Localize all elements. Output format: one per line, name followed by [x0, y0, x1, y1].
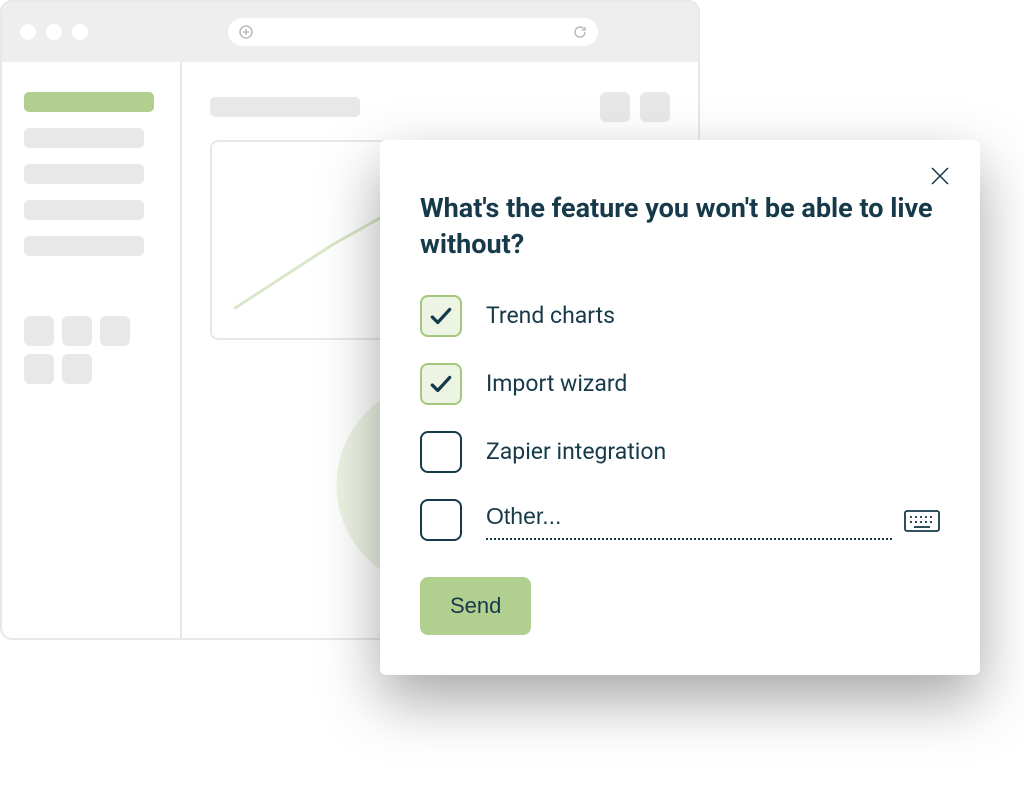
sidebar-item [24, 128, 144, 148]
sidebar-item-active [24, 92, 154, 112]
option-other[interactable] [420, 499, 940, 541]
plus-circle-icon [238, 24, 254, 40]
toolbar-icon-skeleton [640, 92, 670, 122]
checkmark-icon [428, 303, 454, 329]
checkbox[interactable] [420, 499, 462, 541]
option-label: Trend charts [486, 302, 940, 329]
grid-square [24, 354, 54, 384]
sidebar-item [24, 236, 144, 256]
option-label: Import wizard [486, 370, 940, 397]
survey-question: What's the feature you won't be able to … [420, 190, 940, 263]
dot-icon [72, 24, 88, 40]
other-input[interactable] [486, 499, 892, 540]
grid-square [100, 316, 130, 346]
close-icon[interactable] [928, 164, 952, 188]
toolbar-icon-skeleton [600, 92, 630, 122]
option-trend-charts[interactable]: Trend charts [420, 295, 940, 337]
keyboard-icon [904, 507, 940, 533]
send-button[interactable]: Send [420, 577, 531, 635]
content-title-skeleton [210, 97, 360, 117]
grid-square [24, 316, 54, 346]
grid-square [62, 316, 92, 346]
window-controls [20, 24, 88, 40]
refresh-icon [572, 24, 588, 40]
checkbox[interactable] [420, 363, 462, 405]
option-label: Zapier integration [486, 438, 940, 465]
option-zapier[interactable]: Zapier integration [420, 431, 940, 473]
option-import-wizard[interactable]: Import wizard [420, 363, 940, 405]
sidebar [2, 62, 182, 638]
dot-icon [20, 24, 36, 40]
checkbox[interactable] [420, 295, 462, 337]
survey-modal: What's the feature you won't be able to … [380, 140, 980, 675]
grid-square [62, 354, 92, 384]
checkmark-icon [428, 371, 454, 397]
sidebar-grid [24, 316, 134, 384]
browser-titlebar [2, 2, 698, 62]
dot-icon [46, 24, 62, 40]
address-bar [228, 18, 598, 46]
checkbox[interactable] [420, 431, 462, 473]
sidebar-item [24, 200, 144, 220]
sidebar-item [24, 164, 144, 184]
